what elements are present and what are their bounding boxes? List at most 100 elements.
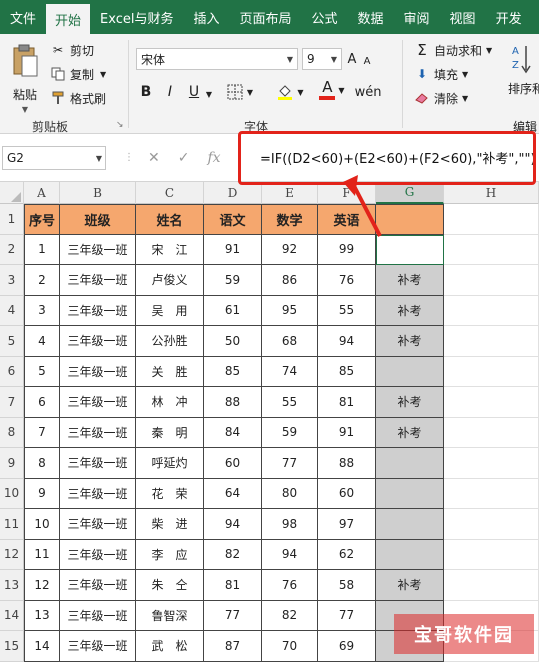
column-header-B[interactable]: B (60, 182, 136, 204)
data-cell[interactable]: 1 (24, 234, 60, 265)
column-header-A[interactable]: A (24, 182, 60, 204)
result-cell[interactable] (376, 234, 444, 265)
italic-button[interactable]: I (160, 81, 180, 103)
cell[interactable] (444, 539, 539, 570)
fill-color-button[interactable]: ▼ (272, 81, 308, 103)
format-painter-button[interactable]: 格式刷 (50, 88, 106, 108)
tab-8[interactable]: 视图 (440, 0, 486, 34)
row-header[interactable]: 14 (0, 600, 24, 631)
column-header-F[interactable]: F (318, 182, 376, 204)
row-header[interactable]: 5 (0, 326, 24, 357)
data-cell[interactable]: 8 (24, 448, 60, 479)
tab-6[interactable]: 数据 (348, 0, 394, 34)
result-cell[interactable]: 补考 (376, 417, 444, 448)
data-cell[interactable]: 宋 江 (136, 234, 204, 265)
result-cell[interactable] (376, 448, 444, 479)
data-cell[interactable]: 4 (24, 326, 60, 357)
result-cell[interactable] (376, 539, 444, 570)
cell[interactable] (444, 570, 539, 601)
cut-button[interactable]: ✂ 剪切 (50, 40, 94, 60)
row-header[interactable]: 3 (0, 265, 24, 296)
header-cell[interactable]: 语文 (204, 204, 262, 235)
data-cell[interactable]: 三年级一班 (60, 509, 136, 540)
data-cell[interactable]: 三年级一班 (60, 295, 136, 326)
column-header-C[interactable]: C (136, 182, 204, 204)
data-cell[interactable]: 91 (204, 234, 262, 265)
insert-function-icon[interactable]: fx (207, 150, 220, 166)
column-header-E[interactable]: E (262, 182, 318, 204)
result-cell[interactable] (376, 478, 444, 509)
chevron-down-icon[interactable]: ▼ (204, 83, 214, 105)
cell[interactable] (444, 356, 539, 387)
data-cell[interactable]: 94 (318, 326, 376, 357)
data-cell[interactable]: 94 (262, 539, 318, 570)
clear-button[interactable]: 清除 ▼ (414, 88, 468, 108)
grow-font-button[interactable]: A (344, 48, 360, 70)
data-cell[interactable]: 3 (24, 295, 60, 326)
sort-filter-icon[interactable]: AZ (510, 42, 538, 78)
data-cell[interactable]: 三年级一班 (60, 265, 136, 296)
data-cell[interactable]: 李 应 (136, 539, 204, 570)
cell[interactable] (444, 326, 539, 357)
header-cell[interactable]: 班级 (60, 204, 136, 235)
data-cell[interactable]: 77 (204, 600, 262, 631)
data-cell[interactable]: 86 (262, 265, 318, 296)
data-cell[interactable]: 98 (262, 509, 318, 540)
data-cell[interactable]: 77 (318, 600, 376, 631)
row-header[interactable]: 15 (0, 631, 24, 662)
bold-button[interactable]: B (136, 81, 156, 103)
data-cell[interactable]: 9 (24, 478, 60, 509)
data-cell[interactable]: 三年级一班 (60, 417, 136, 448)
data-cell[interactable]: 99 (318, 234, 376, 265)
chevron-down-icon[interactable]: ▼ (100, 70, 106, 79)
data-cell[interactable]: 60 (318, 478, 376, 509)
header-cell[interactable]: 姓名 (136, 204, 204, 235)
data-cell[interactable]: 88 (318, 448, 376, 479)
result-cell[interactable]: 补考 (376, 570, 444, 601)
data-cell[interactable]: 6 (24, 387, 60, 418)
column-header-G[interactable]: G (376, 182, 444, 204)
data-cell[interactable]: 武 松 (136, 631, 204, 662)
paste-button[interactable]: 粘贴 ▼ (6, 42, 44, 120)
data-cell[interactable]: 60 (204, 448, 262, 479)
data-cell[interactable]: 50 (204, 326, 262, 357)
data-cell[interactable]: 70 (262, 631, 318, 662)
cell[interactable] (444, 387, 539, 418)
select-all-corner[interactable] (0, 182, 24, 204)
dialog-launcher-icon[interactable]: ↘ (116, 120, 124, 130)
cell[interactable] (444, 295, 539, 326)
data-cell[interactable]: 82 (204, 539, 262, 570)
data-cell[interactable]: 5 (24, 356, 60, 387)
data-cell[interactable]: 68 (262, 326, 318, 357)
data-cell[interactable]: 59 (262, 417, 318, 448)
header-cell[interactable] (376, 204, 444, 235)
row-header[interactable]: 8 (0, 417, 24, 448)
cell[interactable] (444, 509, 539, 540)
data-cell[interactable]: 81 (204, 570, 262, 601)
data-cell[interactable]: 87 (204, 631, 262, 662)
tab-3[interactable]: 插入 (183, 0, 229, 34)
tab-0[interactable]: 文件 (0, 0, 46, 34)
data-cell[interactable]: 76 (262, 570, 318, 601)
data-cell[interactable]: 三年级一班 (60, 326, 136, 357)
fill-button[interactable]: ⬇ 填充 ▼ (414, 64, 468, 84)
data-cell[interactable]: 13 (24, 600, 60, 631)
row-header[interactable]: 12 (0, 539, 24, 570)
data-cell[interactable]: 卢俊义 (136, 265, 204, 296)
row-header[interactable]: 6 (0, 356, 24, 387)
name-box[interactable]: G2 ▼ (2, 146, 106, 170)
data-cell[interactable]: 58 (318, 570, 376, 601)
cell[interactable] (444, 234, 539, 265)
data-cell[interactable]: 花 荣 (136, 478, 204, 509)
cell[interactable] (444, 448, 539, 479)
column-header-D[interactable]: D (204, 182, 262, 204)
tab-7[interactable]: 审阅 (394, 0, 440, 34)
data-cell[interactable]: 柴 进 (136, 509, 204, 540)
underline-button[interactable]: U (184, 81, 204, 103)
data-cell[interactable]: 林 冲 (136, 387, 204, 418)
header-cell[interactable]: 序号 (24, 204, 60, 235)
data-cell[interactable]: 92 (262, 234, 318, 265)
data-cell[interactable]: 81 (318, 387, 376, 418)
data-cell[interactable]: 95 (262, 295, 318, 326)
data-cell[interactable]: 三年级一班 (60, 539, 136, 570)
